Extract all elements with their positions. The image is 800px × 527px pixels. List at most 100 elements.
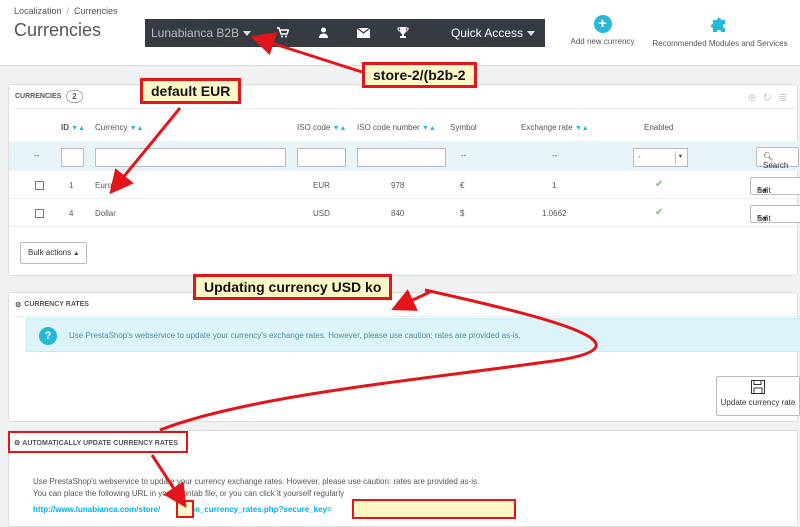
annotation-default-eur: default EUR [140, 78, 242, 104]
chevron-down-icon[interactable]: ▾ [763, 214, 767, 223]
auto-update-description: Use PrestaShop's webservice to update yo… [33, 477, 480, 486]
sort-arrows-icon[interactable]: ▼▲ [333, 125, 347, 132]
currency-rates-heading: ⚙ CURRENCY RATES [9, 293, 797, 317]
panel-actions: ⊕ ↻ ≣ [741, 91, 787, 104]
envelope-icon[interactable] [343, 26, 383, 41]
add-new-currency-label: Add new currency [570, 37, 635, 46]
enabled-check-icon[interactable]: ✔ [655, 179, 663, 190]
annotation-updating-usd: Updating currency USD ko [193, 274, 393, 300]
cart-icon[interactable] [263, 26, 303, 41]
info-alert: ? Use PrestaShop's webservice to update … [26, 318, 800, 352]
filter-iso-number-input[interactable] [357, 148, 446, 167]
plus-circle-icon: + [593, 15, 612, 33]
breadcrumb-currencies: Currencies [74, 6, 118, 16]
puzzle-icon [645, 15, 795, 35]
trophy-icon[interactable] [383, 26, 423, 41]
database-icon[interactable]: ≣ [778, 92, 787, 104]
breadcrumb: Localization / Currencies [14, 6, 118, 16]
bulk-actions-button[interactable]: Bulk actions ▲ [20, 242, 88, 264]
filter-rate-dash: -- [552, 151, 558, 160]
redacted-key-box [352, 499, 516, 519]
chevron-down-icon [527, 30, 535, 36]
row-checkbox[interactable] [35, 181, 44, 190]
cell-symbol: € [460, 181, 465, 190]
table-row[interactable]: 1 Euro EUR 978 € 1 ✔ ✎ Edit ▾ [9, 173, 800, 199]
update-currency-rates-label: Update currency rate [720, 398, 796, 407]
sort-arrows-icon[interactable]: ▼▲ [422, 125, 436, 132]
currencies-panel-heading: CURRENCIES 2 [9, 85, 797, 109]
search-button[interactable]: 🔍︎ Search [756, 147, 799, 170]
cogs-icon: ⚙ [15, 301, 22, 309]
cell-symbol: $ [460, 209, 465, 218]
auto-update-heading: ⚙ AUTOMATICALLY UPDATE CURRENCY RATES [8, 431, 188, 453]
column-header-id[interactable]: ID ▼▲ [61, 123, 85, 132]
recommended-modules-button[interactable]: Recommended Modules and Services [645, 15, 795, 48]
sort-arrows-icon[interactable]: ▼▲ [130, 125, 144, 132]
refresh-icon[interactable]: ↻ [763, 92, 772, 104]
cell-currency: Dollar [95, 209, 116, 218]
chevron-down-icon [243, 30, 252, 36]
add-icon[interactable]: ⊕ [747, 92, 756, 104]
filter-row: -- -- -- - ▼ 🔍︎ Search [9, 141, 799, 171]
user-icon[interactable] [303, 26, 343, 41]
currency-rates-panel: ⚙ CURRENCY RATES ? Use PrestaShop's webse… [8, 292, 800, 422]
column-header-currency[interactable]: Currency ▼▲ [95, 123, 144, 132]
currency-rates-title: CURRENCY RATES [24, 301, 89, 308]
update-currency-rates-button[interactable]: Update currency rate [716, 376, 800, 416]
shop-selector[interactable]: Lunabianca B2B [145, 26, 263, 40]
edit-button[interactable]: ✎ Edit ▾ [750, 177, 800, 195]
cogs-icon: ⚙ [14, 440, 21, 447]
sort-arrows-icon[interactable]: ▼▲ [71, 125, 85, 132]
auto-update-title: AUTOMATICALLY UPDATE CURRENCY RATES [22, 440, 178, 447]
cell-iso-code-number: 978 [391, 181, 405, 190]
cron-url-start[interactable]: http://www.lunabianca.com/store/ [33, 505, 160, 514]
filter-dash: -- [34, 151, 40, 160]
search-icon: 🔍︎ [763, 152, 774, 161]
filter-symbol-dash: -- [461, 151, 467, 160]
quick-access-label: Quick Access [450, 26, 523, 40]
column-header-enabled: Enabled [644, 123, 674, 132]
column-header-iso-code-number[interactable]: ISO code number ▼▲ [357, 123, 436, 132]
recommended-modules-label: Recommended Modules and Services [652, 39, 788, 48]
filter-enabled-select[interactable]: - ▼ [633, 148, 688, 167]
cell-id: 1 [69, 181, 74, 190]
redacted-store-box [176, 500, 194, 518]
top-bar: Lunabianca B2B Quick Access [145, 19, 545, 47]
filter-iso-code-input[interactable] [297, 148, 346, 167]
shop-selector-label: Lunabianca B2B [151, 26, 240, 40]
caret-up-icon: ▲ [73, 251, 80, 257]
sort-arrows-icon[interactable]: ▼▲ [575, 125, 589, 132]
cell-iso-code: EUR [313, 181, 330, 190]
alert-text: Use PrestaShop's webservice to update yo… [69, 331, 521, 340]
chevron-down-icon: ▼ [675, 151, 685, 164]
enabled-check-icon[interactable]: ✔ [655, 207, 663, 218]
column-header-exchange-rate[interactable]: Exchange rate ▼▲ [521, 123, 589, 132]
page-header: Localization / Currencies Currencies Lunab… [0, 0, 800, 66]
cron-url-end[interactable]: /cron_currency_rates.php?secure_key= [180, 505, 331, 514]
cell-currency: Euro [95, 181, 112, 190]
auto-update-instructions: You can place the following URL in your … [33, 489, 345, 498]
question-icon: ? [39, 327, 57, 345]
currencies-panel: CURRENCIES 2 ⊕ ↻ ≣ ID ▼▲ Currency ▼▲ ISO c… [8, 84, 800, 276]
edit-button[interactable]: ✎ Edit ▾ [750, 205, 800, 223]
column-header-symbol: Symbol [450, 123, 477, 132]
quick-access-menu[interactable]: Quick Access [451, 26, 545, 40]
add-new-currency-button[interactable]: + Add new currency [565, 15, 640, 46]
cell-exchange-rate: 1 [552, 181, 557, 190]
row-checkbox[interactable] [35, 209, 44, 218]
save-icon [717, 380, 799, 398]
currencies-panel-title: CURRENCIES [15, 93, 62, 100]
filter-currency-input[interactable] [95, 148, 286, 167]
annotation-store: store-2/(b2b-2 [362, 62, 477, 88]
cell-iso-code-number: 840 [391, 209, 405, 218]
cell-iso-code: USD [313, 209, 330, 218]
page-title: Currencies [14, 20, 102, 40]
cell-id: 4 [69, 209, 74, 218]
chevron-down-icon[interactable]: ▾ [763, 186, 767, 195]
breadcrumb-localization[interactable]: Localization [14, 6, 62, 16]
table-row[interactable]: 4 Dollar USD 840 $ 1.0662 ✔ ✎ Edit ▾ [9, 201, 800, 227]
column-header-iso-code[interactable]: ISO code ▼▲ [297, 123, 346, 132]
currencies-count-badge: 2 [66, 90, 83, 103]
cell-exchange-rate: 1.0662 [542, 209, 567, 218]
filter-id-input[interactable] [61, 148, 84, 167]
